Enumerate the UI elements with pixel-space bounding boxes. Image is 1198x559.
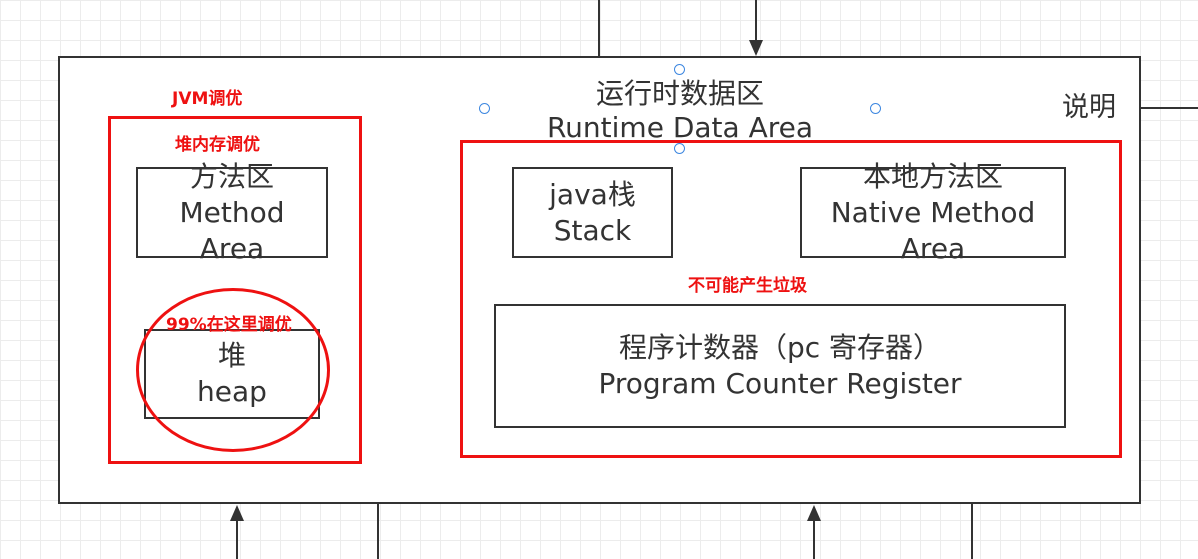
hotspot-label[interactable]: 99%在这里调优: [166, 315, 292, 335]
no-garbage-label[interactable]: 不可能产生垃圾: [688, 276, 807, 296]
arrow-head-up-2: [807, 505, 821, 521]
arrow-head-up-1: [230, 505, 244, 521]
hotspot-circle[interactable]: [136, 288, 330, 452]
method-area-box[interactable]: 方法区 Method Area: [136, 160, 328, 265]
heap-tuning-label[interactable]: 堆内存调优: [175, 135, 260, 155]
jvm-tuning-label[interactable]: JVM调优: [172, 89, 242, 109]
java-stack-box[interactable]: java栈 Stack: [512, 167, 673, 258]
selection-handle-right[interactable]: [870, 103, 881, 114]
selection-handle-bottom[interactable]: [674, 143, 685, 154]
program-counter-box[interactable]: 程序计数器（pc 寄存器） Program Counter Register: [494, 304, 1066, 428]
arrow-head-down: [749, 40, 763, 56]
native-method-area-box[interactable]: 本地方法区 Native Method Area: [800, 160, 1066, 265]
note-label[interactable]: 说明: [1055, 93, 1123, 123]
selection-handle-top[interactable]: [674, 64, 685, 75]
runtime-data-area-title[interactable]: 运行时数据区 Runtime Data Area: [470, 77, 890, 145]
selection-handle-left[interactable]: [479, 103, 490, 114]
